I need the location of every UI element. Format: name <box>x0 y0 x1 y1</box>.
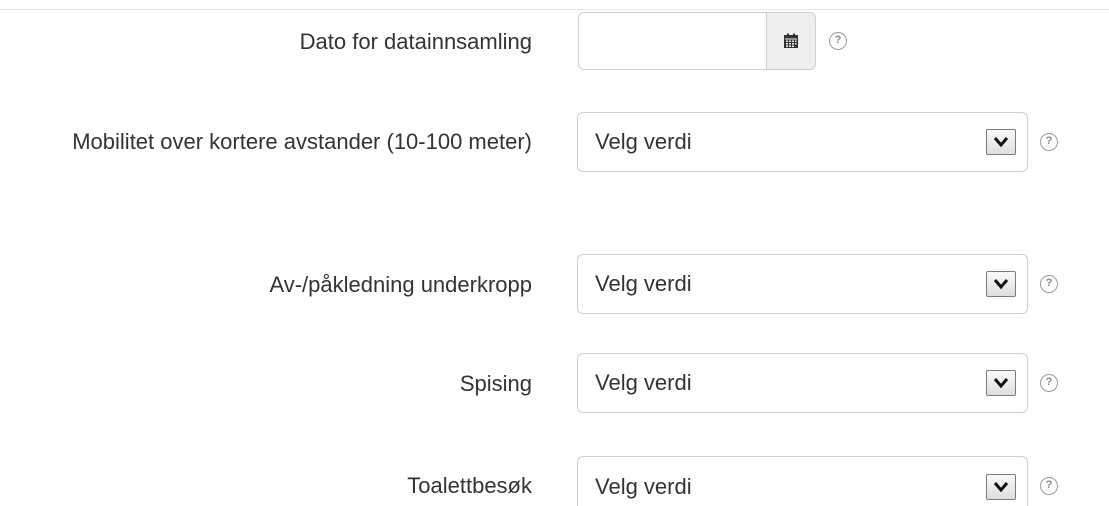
date-input[interactable] <box>578 12 766 70</box>
dressing-select-value: Velg verdi <box>595 271 692 296</box>
field-label-eating: Spising <box>459 371 532 396</box>
field-label-dressing: Av-/påkledning underkropp <box>269 272 532 297</box>
help-icon-toilet[interactable]: ? <box>1040 477 1058 495</box>
top-divider <box>0 9 1109 10</box>
mobility-select-value: Velg verdi <box>595 129 692 154</box>
field-label-date: Dato for datainnsamling <box>299 29 532 54</box>
toilet-select[interactable]: Velg verdi <box>577 456 1028 506</box>
chevron-down-icon <box>993 378 1009 389</box>
chevron-down-icon <box>993 279 1009 290</box>
help-icon-date[interactable]: ? <box>829 32 847 50</box>
select-arrow-button[interactable] <box>986 370 1016 396</box>
calendar-icon <box>784 33 798 48</box>
field-label-mobility: Mobilitet over kortere avstander (10-100… <box>72 129 532 154</box>
assessment-form: Dato for datainnsamling ? Mobilitet over… <box>0 0 1109 506</box>
chevron-down-icon <box>993 137 1009 148</box>
select-arrow-button[interactable] <box>986 271 1016 297</box>
field-label-toilet: Toalettbesøk <box>407 473 532 498</box>
select-arrow-button[interactable] <box>986 129 1016 155</box>
eating-select-value: Velg verdi <box>595 370 692 395</box>
toilet-select-value: Velg verdi <box>595 474 692 499</box>
dressing-select[interactable]: Velg verdi <box>577 254 1028 314</box>
chevron-down-icon <box>993 482 1009 493</box>
help-icon-eating[interactable]: ? <box>1040 374 1058 392</box>
mobility-select[interactable]: Velg verdi <box>577 112 1028 172</box>
calendar-button[interactable] <box>766 12 816 70</box>
date-field-group <box>578 12 816 70</box>
eating-select[interactable]: Velg verdi <box>577 353 1028 413</box>
help-icon-dressing[interactable]: ? <box>1040 275 1058 293</box>
select-arrow-button[interactable] <box>986 474 1016 500</box>
help-icon-mobility[interactable]: ? <box>1040 133 1058 151</box>
